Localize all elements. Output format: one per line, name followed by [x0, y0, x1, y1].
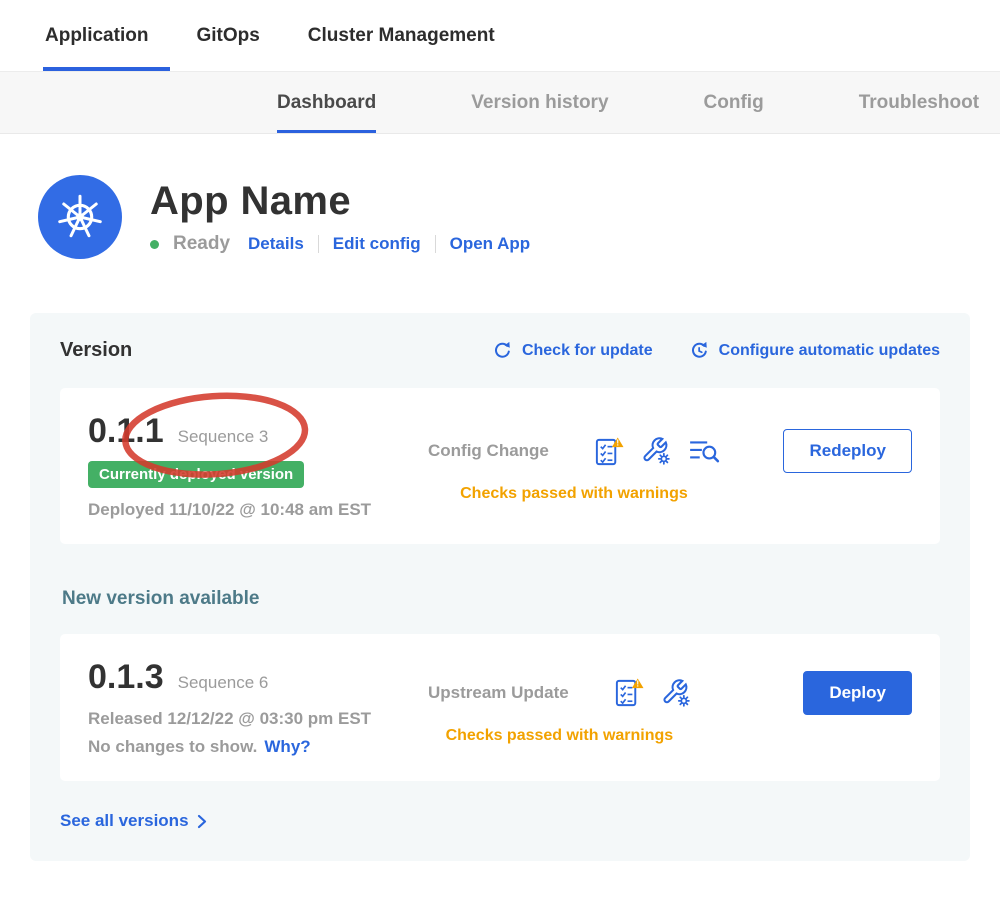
version-section: Version Check for update Configure autom… — [30, 313, 970, 861]
see-all-versions-link[interactable]: See all versions — [60, 811, 207, 831]
version-source-label: Config Change — [428, 441, 549, 461]
top-nav-item-gitops[interactable]: GitOps — [196, 0, 259, 71]
available-version-number: 0.1.3 — [88, 658, 164, 697]
configure-automatic-updates-link[interactable]: Configure automatic updates — [689, 340, 940, 361]
current-version-card: 0.1.1 Sequence 3 Currently deployed vers… — [60, 388, 940, 544]
version-heading: Version — [60, 339, 132, 362]
released-timestamp: Released 12/12/22 @ 03:30 pm EST — [88, 709, 428, 729]
redeploy-button[interactable]: Redeploy — [783, 429, 912, 473]
top-nav: Application GitOps Cluster Management — [0, 0, 1000, 72]
available-version-sequence: Sequence 6 — [178, 673, 269, 693]
deploy-button[interactable]: Deploy — [803, 671, 912, 715]
version-source-label: Upstream Update — [428, 683, 569, 703]
app-status-row: Ready Details Edit config Open App — [150, 233, 530, 255]
tab-config[interactable]: Config — [704, 72, 764, 133]
top-nav-item-application[interactable]: Application — [45, 0, 148, 71]
svg-text:!: ! — [616, 438, 619, 447]
current-version-sequence: Sequence 3 — [178, 427, 269, 447]
new-version-available-heading: New version available — [62, 588, 938, 610]
preflight-checklist-warning-icon[interactable]: ! — [593, 436, 624, 467]
checks-status-text: Checks passed with warnings — [428, 485, 720, 503]
ready-status-dot — [150, 240, 159, 249]
available-version-card: 0.1.3 Sequence 6 Released 12/12/22 @ 03:… — [60, 634, 940, 781]
app-sub-nav: Dashboard Version history Config Trouble… — [0, 72, 1000, 134]
no-changes-text: No changes to show. — [88, 737, 257, 757]
check-icons-row: ! — [613, 677, 691, 708]
scheduled-update-icon — [689, 340, 710, 361]
checks-status-text: Checks passed with warnings — [428, 727, 691, 745]
app-header: App Name Ready Details Edit config Open … — [38, 175, 1000, 259]
tab-troubleshoot[interactable]: Troubleshoot — [859, 72, 979, 133]
kubernetes-logo — [38, 175, 122, 259]
version-section-header: Version Check for update Configure autom… — [60, 339, 940, 362]
svg-text:!: ! — [636, 680, 639, 689]
config-wrench-icon[interactable] — [661, 678, 691, 708]
top-nav-item-cluster-management[interactable]: Cluster Management — [308, 0, 495, 71]
helm-wheel-icon — [54, 191, 106, 243]
preflight-checklist-warning-icon[interactable]: ! — [613, 677, 644, 708]
check-for-update-link[interactable]: Check for update — [492, 340, 653, 361]
currently-deployed-badge: Currently deployed version — [88, 461, 304, 488]
open-app-link[interactable]: Open App — [450, 234, 531, 254]
status-badge: Ready — [173, 233, 230, 255]
divider — [318, 235, 319, 253]
current-version-number: 0.1.1 — [88, 412, 164, 451]
details-link[interactable]: Details — [248, 234, 304, 254]
tab-dashboard[interactable]: Dashboard — [277, 72, 376, 133]
why-link[interactable]: Why? — [264, 737, 310, 757]
divider — [435, 235, 436, 253]
config-wrench-icon[interactable] — [641, 436, 671, 466]
check-icons-row: ! — [593, 436, 720, 467]
tab-version-history[interactable]: Version history — [471, 72, 608, 133]
inspect-files-icon[interactable] — [688, 437, 720, 465]
page-title: App Name — [150, 179, 530, 224]
refresh-icon — [492, 340, 513, 361]
chevron-right-icon — [197, 814, 207, 829]
edit-config-link[interactable]: Edit config — [333, 234, 421, 254]
deployed-timestamp: Deployed 11/10/22 @ 10:48 am EST — [88, 500, 428, 520]
